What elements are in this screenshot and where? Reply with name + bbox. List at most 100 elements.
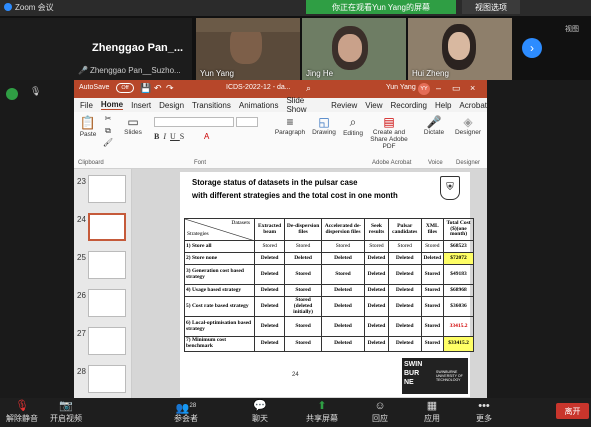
share-screen-button[interactable]: ⬆ 共享屏幕	[300, 400, 344, 424]
side-view-label[interactable]: 视图	[565, 24, 579, 34]
status-cell: Stored	[320, 264, 366, 285]
ribbon-tab-file[interactable]: File	[80, 101, 93, 110]
start-video-button[interactable]: 📷 开启视频	[44, 400, 88, 424]
section-adobe: Adobe Acrobat	[372, 160, 412, 166]
save-icon[interactable]: 💾	[140, 83, 151, 94]
thumbnail-number: 28	[77, 367, 86, 376]
status-cell: Deleted	[387, 316, 422, 338]
slide-thumbnail[interactable]	[88, 251, 126, 279]
autosave-toggle[interactable]: Off	[116, 83, 134, 93]
find-icon: ⌕	[349, 115, 357, 129]
search-icon[interactable]: ⌕	[306, 83, 311, 94]
status-cell: Deleted	[253, 252, 286, 265]
paragraph-label: Paragraph	[274, 129, 306, 136]
strategy-cell: 4) Usage based strategy	[184, 284, 255, 297]
participants-button[interactable]: 👥28 参会者	[164, 400, 208, 424]
status-cell: Deleted	[253, 336, 286, 352]
section-clipboard: Clipboard	[78, 160, 104, 166]
participant-tile[interactable]: Jing He	[302, 18, 406, 80]
muted-mic-icon[interactable]: 🎙	[30, 86, 41, 97]
participant-tile[interactable]: Yun Yang	[196, 18, 300, 80]
participant-tile[interactable]: Hui Zheng	[408, 18, 512, 80]
status-cell: Stored	[420, 240, 445, 253]
ribbon-tab-help[interactable]: Help	[435, 101, 451, 110]
drawing-button[interactable]: ◱ Drawing	[310, 115, 338, 136]
ribbon-tab-home[interactable]: Home	[100, 100, 124, 110]
chat-label: 聊天	[252, 414, 268, 423]
status-cell: Deleted	[364, 295, 389, 318]
participant-name: Jing He	[306, 69, 334, 78]
ribbon-tab-insert[interactable]: Insert	[131, 101, 151, 110]
view-options-button[interactable]: 视图选项	[462, 0, 520, 14]
redo-icon[interactable]: ↷	[166, 83, 174, 94]
status-cell: Deleted	[364, 284, 389, 297]
strategy-cell: 2) Store none	[184, 252, 255, 265]
participants-label: 参会者	[174, 414, 198, 423]
cost-cell: $72072	[443, 252, 474, 265]
apps-button[interactable]: ▦ 应用	[410, 400, 454, 424]
slides-button[interactable]: ▭ Slides	[122, 115, 144, 136]
thumbnail-number: 23	[77, 177, 86, 186]
designer-button[interactable]: ◈ Designer	[454, 115, 482, 136]
status-cell: Deleted	[320, 336, 366, 352]
ribbon-tab-design[interactable]: Design	[159, 101, 184, 110]
ribbon-tab-transitions[interactable]: Transitions	[192, 101, 231, 110]
font-size-select[interactable]	[236, 117, 258, 127]
ribbon-tab-animations[interactable]: Animations	[239, 101, 279, 110]
diagonal-line	[185, 219, 255, 241]
paragraph-button[interactable]: ≡ Paragraph	[274, 115, 306, 136]
ribbon-tab-acrobat[interactable]: Acrobat	[459, 101, 487, 110]
slide-thumbnails[interactable]: 23 24 25 26 27 28	[74, 169, 132, 398]
dictate-button[interactable]: 🎤 Dictate	[422, 115, 446, 136]
slide-thumbnail[interactable]	[88, 327, 126, 355]
font-name-select[interactable]	[154, 117, 234, 127]
maximize-icon[interactable]: ▭	[452, 83, 461, 94]
slide-thumbnail[interactable]	[88, 289, 126, 317]
presenter-tile[interactable]: Zhenggao Pan_... 🎤 Zhenggao Pan__Suzho..…	[0, 18, 192, 80]
muted-mic-icon: 🎤	[78, 66, 88, 75]
chat-button[interactable]: 💬 聊天	[238, 400, 282, 424]
status-cell: Stored	[387, 240, 422, 253]
slide-title-line2: with different strategies and the total …	[192, 191, 398, 200]
cut-icon[interactable]: ✂	[102, 114, 114, 123]
ribbon-tab-view[interactable]: View	[365, 101, 382, 110]
ppt-title-bar: AutoSave Off 💾 ↶ ↷ ICDS-2022-12 - da... …	[74, 80, 487, 98]
minimize-icon[interactable]: –	[436, 83, 441, 93]
font-color-icon[interactable]: A	[204, 132, 209, 141]
unmute-button[interactable]: 🎙 解除静音	[0, 400, 44, 424]
file-name: ICDS-2022-12 - da...	[226, 84, 291, 91]
copy-icon[interactable]: ⧉	[102, 126, 114, 136]
strategy-cell: 5) Cost rate based strategy	[184, 295, 255, 318]
status-cell: Stored	[253, 240, 286, 253]
slide[interactable]: Storage status of datasets in the pulsar…	[180, 172, 474, 397]
more-button[interactable]: ••• 更多	[462, 400, 506, 424]
cost-cell: $68523	[443, 240, 474, 253]
create-pdf-button[interactable]: ▤ Create and Share Adobe PDF	[366, 115, 412, 150]
undo-icon[interactable]: ↶	[154, 83, 162, 94]
next-page-icon[interactable]: ›	[522, 38, 542, 58]
participant-name: Zhenggao Pan__Suzho...	[89, 66, 181, 75]
close-icon[interactable]: ×	[470, 83, 475, 93]
logo-line: BUR	[404, 370, 420, 377]
shield-icon[interactable]	[6, 88, 18, 100]
slide-thumbnail[interactable]	[88, 365, 126, 393]
reactions-button[interactable]: ☺ 回应	[358, 400, 402, 424]
slide-thumbnail[interactable]	[88, 175, 126, 203]
thumbnail-number: 25	[77, 253, 86, 262]
status-cell: Stored	[284, 264, 322, 285]
status-cell: Deleted	[284, 252, 322, 265]
leave-button[interactable]: 离开	[556, 403, 589, 419]
status-cell: Stored	[420, 316, 445, 338]
ribbon-tab-review[interactable]: Review	[331, 101, 357, 110]
status-cell: Deleted	[253, 284, 286, 297]
slide-thumbnail[interactable]	[88, 213, 126, 241]
status-cell: Deleted	[387, 295, 422, 318]
zoom-logo-icon	[4, 3, 12, 11]
editing-button[interactable]: ⌕ Editing	[340, 115, 366, 137]
table-row: 1) Store all Stored Stored Stored Stored Stor…	[184, 240, 474, 253]
font-format-buttons[interactable]: BIUS	[154, 132, 188, 141]
avatar[interactable]: YY	[418, 83, 430, 95]
format-painter-icon[interactable]: 🖌	[102, 138, 114, 147]
ribbon-tab-recording[interactable]: Recording	[391, 101, 427, 110]
paste-button[interactable]: 📋 Paste	[78, 115, 98, 138]
